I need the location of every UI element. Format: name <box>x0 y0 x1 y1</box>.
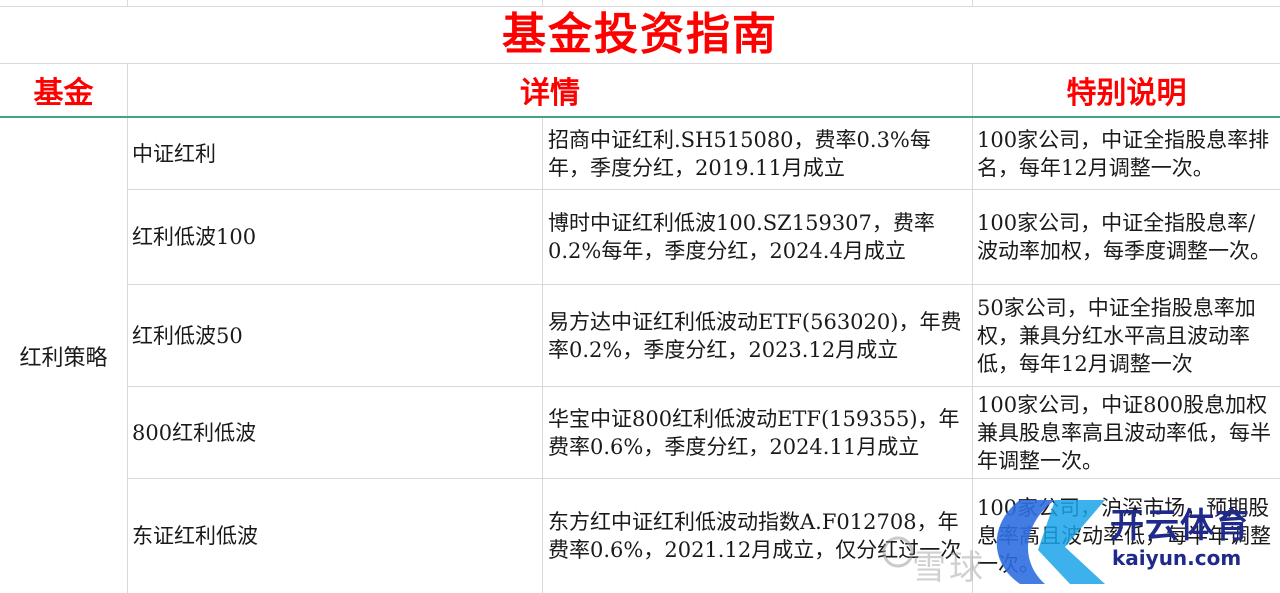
fund-name: 红利低波100 <box>128 190 543 284</box>
fund-note: 100家公司，中证全指股息率排名，每年12月调整一次。 <box>977 127 1270 180</box>
header-detail: 详情 <box>128 64 973 116</box>
watermark-brand: 开云体育 <box>1110 506 1250 546</box>
fund-note: 100家公司，中证全指股息率/波动率加权，每季度调整一次。 <box>977 211 1271 263</box>
table-row: 800红利低波 华宝中证800红利低波动ETF(159355)，年费率0.6%，… <box>128 387 1280 479</box>
spreadsheet: 基金投资指南 基金 详情 特别说明 红利策略 中证红利 招商中证红利.SH515… <box>0 0 1280 593</box>
table-row: 红利低波50 易方达中证红利低波动ETF(563020)，年费率0.2%，季度分… <box>128 285 1280 387</box>
watermark-url: kaiyun.com <box>1112 546 1242 570</box>
fund-name: 800红利低波 <box>128 387 543 478</box>
fund-note: 50家公司，中证全指股息率加权，兼具分红水平高且波动率低，每年12月调整一次 <box>977 295 1256 376</box>
fund-detail: 招商中证红利.SH515080，费率0.3%每年，季度分红，2019.11月成立 <box>543 118 973 189</box>
table-row: 红利低波100 博时中证红利低波100.SZ159307，费率0.2%每年，季度… <box>128 190 1280 285</box>
header-fund: 基金 <box>0 64 128 116</box>
fund-note: 100家公司，中证800股息加权兼具股息率高且波动率低，每半年调整一次。 <box>977 392 1271 473</box>
top-grid-row <box>0 0 1280 7</box>
header-note: 特别说明 <box>1066 76 1187 111</box>
page-title: 基金投资指南 <box>0 7 1280 64</box>
watermark-faint-text: 雪球 <box>912 548 986 588</box>
fund-name: 中证红利 <box>128 118 543 189</box>
table-row: 东证红利低波 东方红中证红利低波动指数A.F012708，年费率0.6%，202… <box>128 479 1280 593</box>
strategy-cell: 红利策略 <box>0 118 128 593</box>
fund-detail: 博时中证红利低波100.SZ159307，费率0.2%每年，季度分红，2024.… <box>543 190 973 284</box>
table-row: 中证红利 招商中证红利.SH515080，费率0.3%每年，季度分红，2019.… <box>128 118 1280 190</box>
fund-name: 红利低波50 <box>128 285 543 386</box>
fund-detail: 华宝中证800红利低波动ETF(159355)，年费率0.6%，季度分红，202… <box>543 387 973 478</box>
fund-name: 东证红利低波 <box>128 479 543 593</box>
fund-detail: 东方红中证红利低波动指数A.F012708，年费率0.6%，2021.12月成立… <box>543 479 973 593</box>
fund-detail: 易方达中证红利低波动ETF(563020)，年费率0.2%，季度分红，2023.… <box>543 285 973 386</box>
